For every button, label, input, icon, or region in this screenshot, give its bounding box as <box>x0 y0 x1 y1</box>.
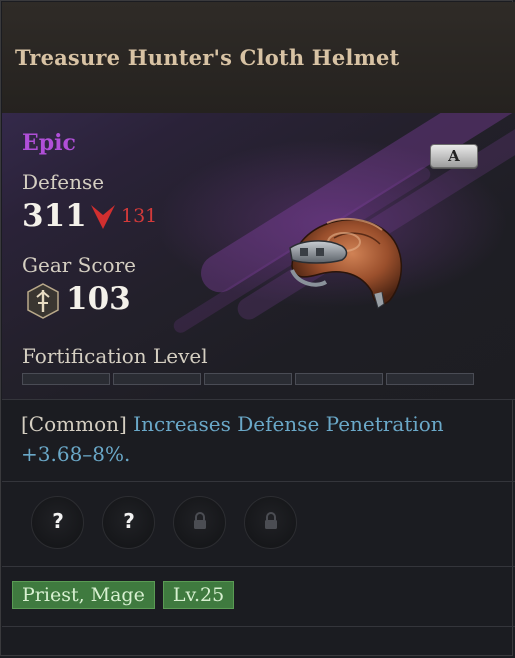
effect-text: Increases Defense Penetration <box>133 412 444 436</box>
gear-score-sword-icon <box>26 283 60 323</box>
socket-slot[interactable] <box>173 496 226 549</box>
defense-label: Defense <box>22 170 105 194</box>
socket-slot[interactable]: ? <box>102 496 155 549</box>
question-icon: ? <box>118 509 140 537</box>
fortification-segment <box>295 373 383 385</box>
item-summary-panel: Epic A Defense 311 131 Gear Score 103 Fo… <box>2 113 515 399</box>
effect-value: +3.68–8%. <box>21 442 131 466</box>
level-tag: Lv.25 <box>162 581 235 609</box>
class-tag: Priest, Mage <box>12 581 155 609</box>
defense-value: 311 <box>22 198 87 234</box>
fortification-segment <box>386 373 474 385</box>
item-tooltip: Treasure Hunter's Cloth Helmet Epic A De… <box>0 0 515 656</box>
divider <box>2 566 515 567</box>
fortification-segment <box>204 373 292 385</box>
tier-badge: A <box>430 144 478 168</box>
effect-prefix: [Common] <box>21 412 127 436</box>
red-down-arrow-icon <box>90 202 116 236</box>
helmet-image <box>282 208 412 322</box>
socket-slot[interactable] <box>244 496 297 549</box>
divider <box>2 399 515 400</box>
gear-score-label: Gear Score <box>22 253 136 277</box>
item-name: Treasure Hunter's Cloth Helmet <box>15 45 400 70</box>
divider <box>2 481 515 482</box>
fortification-segment <box>22 373 110 385</box>
gear-score-value: 103 <box>66 281 131 317</box>
item-grade: Epic <box>22 130 76 156</box>
defense-delta: 131 <box>121 205 158 227</box>
tooltip-header: Treasure Hunter's Cloth Helmet <box>2 2 515 114</box>
requirement-tags: Priest, Mage Lv.25 <box>12 581 235 609</box>
svg-text:?: ? <box>52 509 64 533</box>
question-icon: ? <box>47 509 69 537</box>
item-effect: [Common] Increases Defense Penetration +… <box>21 409 491 469</box>
fortification-segment <box>113 373 201 385</box>
socket-row: ? ? <box>31 496 297 549</box>
fortification-bar <box>22 373 474 385</box>
socket-slot[interactable]: ? <box>31 496 84 549</box>
lock-icon <box>263 511 279 534</box>
lock-icon <box>192 511 208 534</box>
svg-text:?: ? <box>123 509 135 533</box>
fortification-label: Fortification Level <box>22 344 208 368</box>
divider <box>2 626 515 627</box>
